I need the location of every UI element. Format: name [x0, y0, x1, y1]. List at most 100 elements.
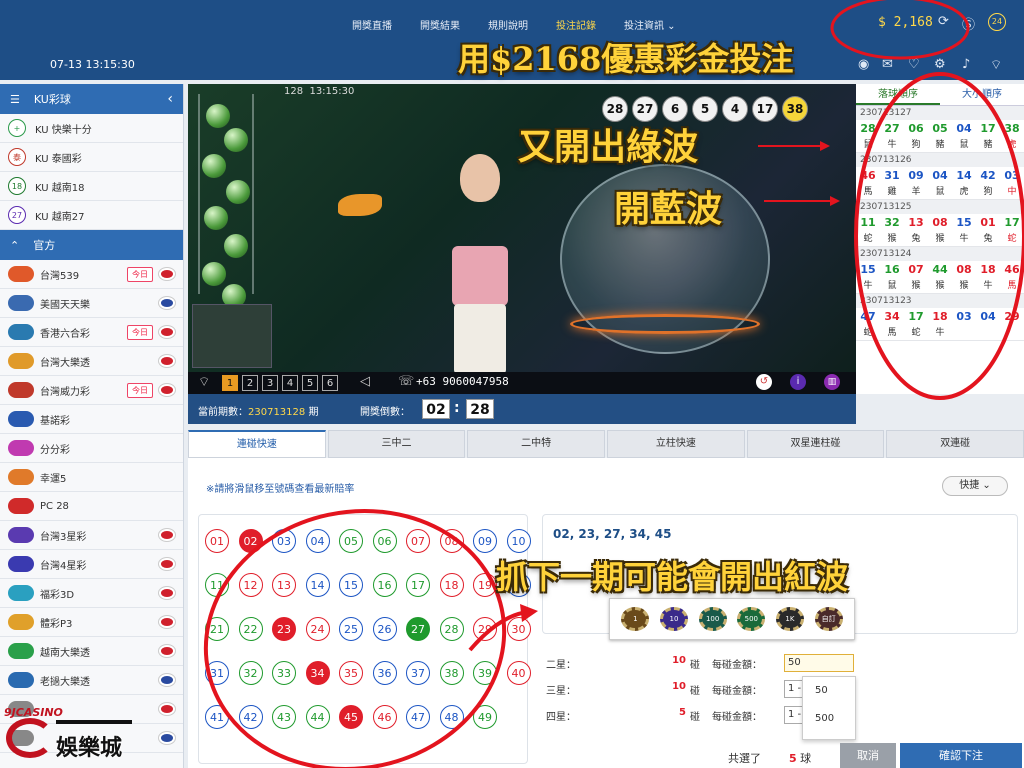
- heart-icon[interactable]: ♡: [908, 57, 920, 72]
- user-icon[interactable]: ◉: [858, 57, 869, 72]
- number-ball[interactable]: 03: [272, 529, 296, 553]
- sidebar-item[interactable]: 分分彩: [0, 434, 183, 463]
- gear-icon[interactable]: ⚙: [934, 57, 946, 72]
- number-ball[interactable]: 22: [238, 617, 263, 641]
- number-ball[interactable]: 47: [406, 705, 430, 729]
- nav-bet-records[interactable]: 投注記錄: [556, 17, 596, 32]
- tab-bet-type[interactable]: 三中二: [327, 430, 466, 458]
- mail-icon[interactable]: ✉: [882, 57, 893, 72]
- number-ball[interactable]: 25: [339, 617, 363, 641]
- sidebar-item[interactable]: + KU 快樂十分: [0, 114, 183, 143]
- sidebar-item[interactable]: 體彩P3: [0, 608, 183, 637]
- channel-button[interactable]: 6: [322, 375, 338, 391]
- sidebar-item[interactable]: 泰 KU 泰國彩: [0, 143, 183, 172]
- number-ball[interactable]: 35: [339, 661, 363, 685]
- number-ball[interactable]: 11: [205, 573, 229, 597]
- number-ball[interactable]: 07: [406, 529, 430, 553]
- number-ball[interactable]: 21: [205, 617, 229, 641]
- tab-bet-type[interactable]: 二中特: [467, 430, 606, 458]
- sidebar-item[interactable]: 台灣539 今日: [0, 260, 183, 289]
- quick-select-dropdown[interactable]: 快捷 ⌄: [942, 476, 1008, 496]
- number-ball[interactable]: 04: [305, 529, 330, 553]
- sidebar-item[interactable]: 台灣4星彩: [0, 550, 183, 579]
- sidebar-item[interactable]: 18 KU 越南18: [0, 172, 183, 201]
- number-ball[interactable]: 26: [372, 617, 397, 641]
- number-ball[interactable]: 42: [238, 705, 263, 729]
- sidebar-item[interactable]: 福彩3D: [0, 579, 183, 608]
- number-ball[interactable]: 16: [372, 573, 397, 597]
- volume-icon[interactable]: ♪: [962, 57, 970, 72]
- number-ball[interactable]: 06: [372, 529, 397, 553]
- info-icon[interactable]: i: [790, 374, 806, 390]
- tab-bet-type[interactable]: 双星連柱碰: [746, 430, 885, 458]
- number-ball[interactable]: 48: [439, 705, 464, 729]
- tab-size-order[interactable]: 大小順序: [940, 84, 1024, 105]
- number-ball[interactable]: 09: [473, 529, 497, 553]
- number-ball[interactable]: 14: [305, 573, 330, 597]
- sidebar-item[interactable]: 基諾彩: [0, 405, 183, 434]
- sidebar-item[interactable]: PC 28: [0, 492, 183, 521]
- number-ball[interactable]: 37: [406, 661, 430, 685]
- number-ball[interactable]: 36: [372, 661, 397, 685]
- number-ball[interactable]: 01: [205, 529, 229, 553]
- tab-drop-order[interactable]: 落球順序: [856, 84, 940, 105]
- number-ball[interactable]: 41: [205, 705, 229, 729]
- number-ball[interactable]: 32: [238, 661, 263, 685]
- number-ball[interactable]: 33: [272, 661, 296, 685]
- sidebar-item[interactable]: 老撾大樂透: [0, 666, 183, 695]
- notification-badge[interactable]: 24: [988, 13, 1006, 31]
- number-ball[interactable]: 28: [439, 617, 464, 641]
- dropdown-option-500[interactable]: 500: [803, 705, 855, 733]
- tab-bet-type[interactable]: 連碰快速: [188, 430, 326, 458]
- channel-button[interactable]: 4: [282, 375, 298, 391]
- channel-button[interactable]: 2: [242, 375, 258, 391]
- chip-button[interactable]: 500: [737, 607, 766, 631]
- chip-button[interactable]: 1: [621, 607, 650, 631]
- refresh-icon[interactable]: ⟳: [938, 14, 949, 29]
- number-ball[interactable]: 18: [439, 573, 464, 597]
- number-ball[interactable]: 10: [506, 529, 531, 553]
- number-ball[interactable]: 12: [238, 573, 263, 597]
- cancel-button[interactable]: 取消: [840, 743, 896, 768]
- number-ball[interactable]: 17: [406, 573, 430, 597]
- number-ball[interactable]: 34: [305, 661, 330, 685]
- stats-icon[interactable]: ▥: [824, 374, 840, 390]
- sidebar-header-ku[interactable]: ☰ KU彩球 ‹: [0, 84, 183, 114]
- chip-button[interactable]: 自訂: [814, 607, 843, 631]
- number-ball[interactable]: 02: [238, 529, 263, 553]
- sidebar-header-official[interactable]: ⌃ 官方: [0, 230, 183, 260]
- number-ball[interactable]: 31: [205, 661, 229, 685]
- sidebar-item[interactable]: 台灣威力彩 今日: [0, 376, 183, 405]
- number-ball[interactable]: 29: [473, 617, 497, 641]
- channel-button[interactable]: 3: [262, 375, 278, 391]
- chevron-up-icon[interactable]: ⌃: [10, 239, 19, 252]
- number-ball[interactable]: 49: [473, 705, 497, 729]
- sidebar-item[interactable]: 台灣3星彩: [0, 521, 183, 550]
- nav-rules[interactable]: 規則說明: [488, 17, 528, 32]
- number-ball[interactable]: 15: [339, 573, 363, 597]
- dollar-icon[interactable]: Ⓢ: [962, 14, 975, 33]
- number-ball[interactable]: 27: [406, 617, 430, 641]
- replay-icon[interactable]: ↺: [756, 374, 772, 390]
- number-ball[interactable]: 44: [305, 705, 330, 729]
- number-ball[interactable]: 46: [372, 705, 397, 729]
- confirm-bet-button[interactable]: 確認下注: [900, 743, 1022, 768]
- sidebar-item[interactable]: 幸運5: [0, 463, 183, 492]
- sidebar-item[interactable]: 香港六合彩 今日: [0, 318, 183, 347]
- mute-icon[interactable]: ◁: [360, 374, 370, 389]
- sidebar-item[interactable]: 美國天天樂: [0, 289, 183, 318]
- number-ball[interactable]: 08: [439, 529, 464, 553]
- tab-bet-type[interactable]: 双連碰: [886, 430, 1024, 458]
- channel-button[interactable]: 1: [222, 375, 238, 391]
- dropdown-option-50[interactable]: 50: [803, 677, 855, 705]
- number-ball[interactable]: 05: [339, 529, 363, 553]
- wifi-icon[interactable]: ⌔: [990, 57, 1002, 73]
- sidebar-item[interactable]: 台灣大樂透: [0, 347, 183, 376]
- nav-live-draw[interactable]: 開獎直播: [352, 17, 392, 32]
- chip-button[interactable]: 1K: [775, 607, 804, 631]
- channel-button[interactable]: 5: [302, 375, 318, 391]
- number-ball[interactable]: 45: [339, 705, 363, 729]
- number-ball[interactable]: 13: [272, 573, 296, 597]
- number-ball[interactable]: 30: [506, 617, 531, 641]
- nav-bet-info[interactable]: 投注資訊 ⌄: [624, 17, 676, 32]
